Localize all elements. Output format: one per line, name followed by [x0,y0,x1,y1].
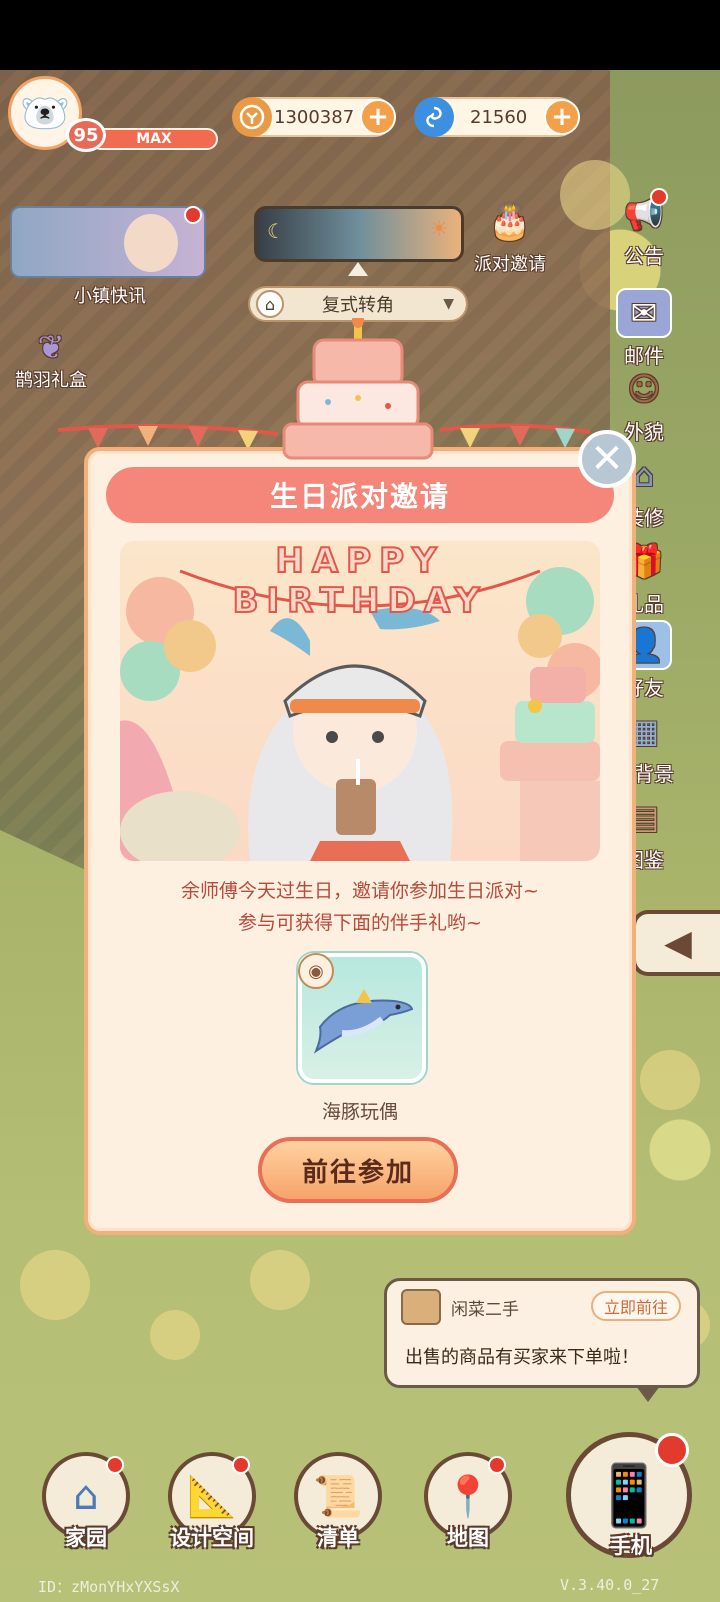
town-news-label: 小镇快讯 [74,286,146,307]
notification-dot [650,188,668,206]
room-name: 复式转角 [322,295,394,316]
mail-icon: ✉ [616,288,672,338]
nav-list-label: 清单 [317,1526,359,1550]
bunting-right [440,423,590,448]
character-icon: ☺ [627,370,661,408]
flower-decoration [150,1310,200,1360]
invite-message: 余师傅今天过生日，邀请你参加生日派对~ 参与可获得下面的伴手礼哟~ [88,875,632,939]
notification-dot [488,1456,506,1474]
notification-dot [106,1456,124,1474]
reward-item-slot[interactable]: ◉ [298,953,426,1083]
birthday-invite-dialog: 生日派对邀请 HAPPY BIRTHDAY 余师傅今天过生日，邀请你参加生日派对… [84,447,636,1235]
add-coins-button[interactable]: + [360,99,396,135]
level-status: MAX [136,131,172,147]
character-portrait [124,214,178,272]
nav-list-button[interactable]: 📜 清单 [288,1452,388,1552]
bunting-left [58,423,278,450]
house-icon: ⌂ [256,290,284,318]
swirl-gem-icon [414,97,454,137]
flower-decoration [640,1050,700,1110]
bear-avatar-icon: 🐻‍❄️ [20,90,70,137]
add-gems-button[interactable]: + [544,99,580,135]
nav-design-label: 设计空间 [170,1526,254,1550]
time-pointer-icon [348,262,368,276]
coin-amount: 1300387 [274,106,355,128]
magpie-gift-box-button[interactable]: ❦ 鹊羽礼盒 [6,322,96,392]
notification-message: 出售的商品有买家来下单啦！ [405,1347,639,1368]
notification-dot [232,1456,250,1474]
nav-design-button[interactable]: 📐 设计空间 [162,1452,262,1552]
invite-line-1: 余师傅今天过生日，邀请你参加生日派对~ [181,880,539,902]
level-number: 95 [66,118,106,152]
join-party-button[interactable]: 前往参加 [258,1137,458,1203]
close-icon: ✕ [590,436,624,482]
room-selector[interactable]: ⌂ 复式转角 ▼ [248,286,468,322]
flower-decoration [250,1250,310,1310]
announcement-label: 公告 [624,244,664,268]
nav-home-label: 家园 [65,1526,107,1550]
close-dialog-button[interactable]: ✕ [578,430,636,488]
moon-icon: ☾ [267,219,285,243]
flower-decoration [20,1250,90,1320]
party-invite-button[interactable]: 🎂 派对邀请 [460,196,560,276]
town-news-card[interactable] [10,206,206,278]
notification-tail [636,1386,660,1402]
nav-map-label: 地图 [447,1526,489,1550]
invite-line-2: 参与可获得下面的伴手礼哟~ [238,912,482,934]
cake-icon: 🎂 [488,202,532,242]
nav-phone-label: 手机 [610,1534,652,1558]
triangle-left-icon: ◀ [664,922,692,964]
package-icon [401,1289,441,1325]
sun-icon: ☀ [429,217,449,242]
coin-counter: 1300387 + [232,97,396,137]
collapse-menu-button[interactable]: ◀ [632,910,720,976]
chevron-down-icon: ▼ [443,296,454,312]
eye-icon[interactable]: ◉ [298,953,334,989]
birthday-artwork: HAPPY BIRTHDAY [120,541,600,861]
birthday-cake-icon [278,312,438,468]
magpie-gift-box-label: 鹊羽礼盒 [15,370,87,391]
coin-icon [232,97,272,137]
notification-app-name: 闲菜二手 [451,1300,519,1320]
party-invite-label: 派对邀请 [474,254,546,275]
feather-icon: ❦ [37,328,65,366]
level-progress-bar: MAX [90,128,218,150]
notification-dot [655,1433,689,1467]
marketplace-notification[interactable]: 闲菜二手 立即前往 出售的商品有买家来下单啦！ [384,1278,700,1388]
gem-amount: 21560 [470,106,528,128]
reward-name: 海豚玩偶 [321,1101,398,1123]
weather-time-strip: ☾ ☀ [254,206,464,262]
mail-button[interactable]: ✉ 邮件 [606,288,682,369]
nav-map-button[interactable]: 📍 地图 [418,1452,518,1552]
announcement-button[interactable]: 📢 公告 [606,188,682,269]
nav-home-button[interactable]: ⌂ 家园 [36,1452,136,1552]
happy-birthday-banner: HAPPY BIRTHDAY [232,541,488,622]
notification-dot [184,206,202,224]
phone-icon: 📱 [591,1460,667,1531]
gem-counter: 21560 + [414,97,580,137]
version-text: V.3.40.0_27 [560,1576,660,1594]
player-id: ID：zMonYHxYXSsX [38,1578,180,1596]
go-now-button[interactable]: 立即前往 [591,1291,681,1321]
dialog-title: 生日派对邀请 [106,467,614,523]
